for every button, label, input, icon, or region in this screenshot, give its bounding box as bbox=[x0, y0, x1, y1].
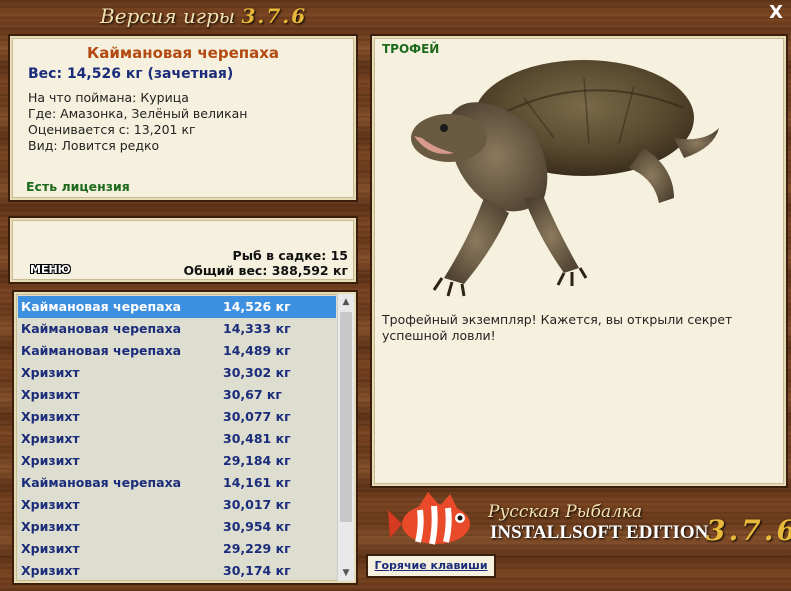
scroll-thumb[interactable] bbox=[340, 312, 352, 522]
fish-row-name: Хризихт bbox=[21, 563, 80, 578]
fish-list-row[interactable]: Хризихт 30,481 кг bbox=[18, 428, 336, 450]
menu-button[interactable]: МЕНЮ bbox=[30, 263, 71, 276]
fish-kind: Вид: Ловится редко bbox=[28, 138, 160, 153]
fish-row-weight: 14,161 кг bbox=[223, 475, 291, 490]
close-icon[interactable]: X bbox=[769, 2, 783, 23]
fish-row-weight: 30,077 кг bbox=[223, 409, 291, 424]
trophy-panel: ТРОФЕЙ Трофейный экземпляр! Кажется, вы … bbox=[372, 36, 786, 486]
fish-row-weight: 29,184 кг bbox=[223, 453, 291, 468]
trophy-description: Трофейный экземпляр! Кажется, вы открыли… bbox=[382, 312, 733, 343]
list-scrollbar[interactable]: ▲ ▼ bbox=[337, 294, 354, 581]
fish-list-row[interactable]: Хризихт 30,077 кг bbox=[18, 406, 336, 428]
fish-row-weight: 30,67 кг bbox=[223, 387, 282, 402]
fish-row-name: Каймановая черепаха bbox=[21, 299, 182, 314]
valued-from: Оценивается с: 13,201 кг bbox=[28, 122, 196, 137]
fish-row-weight: 30,481 кг bbox=[223, 431, 291, 446]
fish-row-weight: 30,954 кг bbox=[223, 519, 291, 534]
fish-row-name: Хризихт bbox=[21, 365, 80, 380]
fish-info-panel: Каймановая черепаха Вес: 14,526 кг (заче… bbox=[10, 36, 356, 200]
fish-weight: Вес: 14,526 кг (зачетная) bbox=[28, 66, 234, 82]
title-text: Версия игры bbox=[100, 4, 236, 28]
fish-row-name: Хризихт bbox=[21, 453, 80, 468]
fish-row-weight: 30,302 кг bbox=[223, 365, 291, 380]
fish-row-weight: 14,333 кг bbox=[223, 321, 291, 336]
logo-line1: Русская Рыбалка bbox=[488, 502, 643, 522]
fish-row-name: Хризихт bbox=[21, 431, 80, 446]
game-logo: Русская Рыбалка INSTALLSOFT EDITION 3.7.… bbox=[388, 486, 791, 556]
caught-on: На что поймана: Курица bbox=[28, 90, 189, 105]
fish-row-name: Каймановая черепаха bbox=[21, 321, 182, 336]
scroll-down-icon[interactable]: ▼ bbox=[338, 565, 354, 581]
fish-list: Каймановая черепаха 14,526 кг Каймановая ч… bbox=[18, 296, 336, 581]
title-version: 3.7.6 bbox=[241, 4, 308, 28]
fish-row-name: Каймановая черепаха bbox=[21, 343, 182, 358]
fish-list-row[interactable]: Хризихт 29,184 кг bbox=[18, 450, 336, 472]
fish-list-row[interactable]: Каймановая черепаха 14,333 кг bbox=[18, 318, 336, 340]
fish-row-name: Хризихт bbox=[21, 541, 80, 556]
logo-line2: INSTALLSOFT EDITION bbox=[490, 522, 709, 543]
fish-list-row[interactable]: Хризихт 30,017 кг bbox=[18, 494, 336, 516]
fish-list-row[interactable]: Каймановая черепаха 14,489 кг bbox=[18, 340, 336, 362]
fish-row-weight: 30,174 кг bbox=[223, 563, 291, 578]
game-version-title: Версия игры 3.7.6 bbox=[100, 4, 307, 28]
fish-row-weight: 30,017 кг bbox=[223, 497, 291, 512]
fish-row-name: Хризихт bbox=[21, 387, 80, 402]
fish-row-weight: 29,229 кг bbox=[223, 541, 291, 556]
fish-list-row[interactable]: Хризихт 30,174 кг bbox=[18, 560, 336, 581]
fish-logo-icon bbox=[388, 492, 470, 545]
hotkeys-button[interactable]: Горячие клавиши bbox=[368, 556, 494, 576]
fish-list-panel: Каймановая черепаха 14,526 кг Каймановая ч… bbox=[14, 292, 356, 583]
fish-row-name: Каймановая черепаха bbox=[21, 475, 182, 490]
fish-name: Каймановая черепаха bbox=[86, 44, 280, 62]
fish-row-name: Хризихт bbox=[21, 497, 80, 512]
turtle-image bbox=[411, 60, 719, 297]
total-weight: Общий вес: 388,592 кг bbox=[183, 263, 349, 278]
logo-version: 3.7.6 bbox=[706, 514, 791, 547]
fish-list-row[interactable]: Хризихт 30,954 кг bbox=[18, 516, 336, 538]
fish-list-row[interactable]: Каймановая черепаха 14,161 кг bbox=[18, 472, 336, 494]
fish-count: Рыб в садке: 15 bbox=[232, 248, 348, 263]
license-status: Есть лицензия bbox=[26, 179, 130, 194]
fish-list-row[interactable]: Хризихт 30,67 кг bbox=[18, 384, 336, 406]
fish-list-row[interactable]: Хризихт 30,302 кг bbox=[18, 362, 336, 384]
keepnet-stats-panel: Рыб в садке: 15 Общий вес: 388,592 кг МЕ… bbox=[10, 218, 356, 282]
fish-row-weight: 14,489 кг bbox=[223, 343, 291, 358]
fish-row-name: Хризихт bbox=[21, 519, 80, 534]
fish-row-name: Хризихт bbox=[21, 409, 80, 424]
fish-list-row[interactable]: Каймановая черепаха 14,526 кг bbox=[18, 296, 336, 318]
scroll-up-icon[interactable]: ▲ bbox=[338, 294, 354, 310]
fish-row-weight: 14,526 кг bbox=[223, 299, 291, 314]
catch-location: Где: Амазонка, Зелёный великан bbox=[28, 106, 248, 121]
fish-list-row[interactable]: Хризихт 29,229 кг bbox=[18, 538, 336, 560]
